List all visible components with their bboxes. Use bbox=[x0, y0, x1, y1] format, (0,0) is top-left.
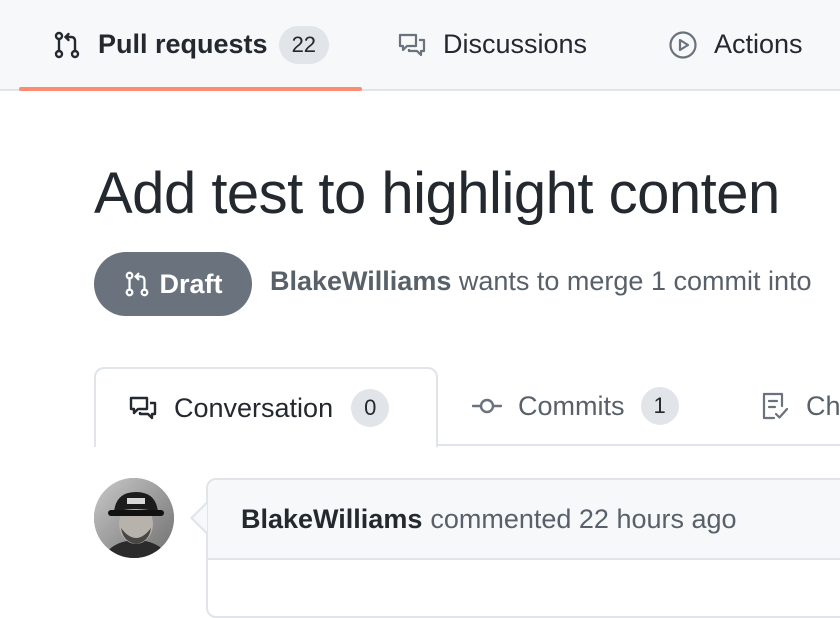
comment-box: BlakeWilliams commented 22 hours ago bbox=[206, 478, 840, 618]
pr-author-link[interactable]: BlakeWilliams bbox=[270, 266, 451, 296]
pull-requests-counter: 22 bbox=[278, 25, 330, 64]
file-diff-icon bbox=[762, 392, 789, 420]
pr-state-badge: Draft bbox=[94, 252, 252, 316]
conversation-counter: 0 bbox=[351, 389, 390, 427]
nav-item-discussions[interactable]: Discussions bbox=[397, 0, 587, 89]
nav-item-pull-requests[interactable]: Pull requests 22 bbox=[18, 0, 363, 91]
avatar[interactable] bbox=[94, 478, 174, 558]
pr-meta-text: wants to merge 1 commit into bbox=[458, 266, 812, 296]
tab-conversation[interactable]: Conversation 0 bbox=[94, 367, 438, 447]
nav-item-label: Discussions bbox=[443, 29, 588, 59]
comment-author-link[interactable]: BlakeWilliams bbox=[241, 504, 422, 535]
comment-caret-fill bbox=[193, 504, 207, 532]
tab-label: Commits bbox=[518, 390, 625, 421]
user-avatar-image bbox=[94, 478, 174, 558]
comment-header: BlakeWilliams commented 22 hours ago bbox=[208, 480, 840, 560]
play-icon bbox=[669, 30, 697, 59]
commits-counter: 1 bbox=[640, 387, 679, 425]
pr-state-label: Draft bbox=[159, 268, 223, 299]
pr-title: Add test to highlight conten bbox=[94, 161, 780, 226]
comment-timestamp[interactable]: commented 22 hours ago bbox=[430, 504, 736, 535]
tab-files-changed[interactable]: Ch bbox=[760, 367, 840, 445]
git-pull-request-draft-icon bbox=[126, 271, 149, 297]
comment-discussion-icon bbox=[129, 396, 157, 420]
comment-discussion-icon bbox=[398, 33, 426, 56]
git-pull-request-icon bbox=[54, 31, 80, 58]
repo-nav: Pull requests 22 Discussions Actions bbox=[0, 0, 840, 91]
nav-item-label: Actions bbox=[714, 29, 803, 59]
nav-item-actions[interactable]: Actions bbox=[668, 0, 803, 89]
tab-label: Ch bbox=[806, 390, 840, 421]
nav-item-label: Pull requests bbox=[98, 29, 268, 59]
tab-label: Conversation bbox=[174, 392, 334, 423]
tab-commits[interactable]: Commits 1 bbox=[472, 367, 679, 445]
pr-meta: BlakeWilliams wants to merge 1 commit in… bbox=[270, 266, 812, 297]
git-commit-icon bbox=[472, 398, 502, 414]
